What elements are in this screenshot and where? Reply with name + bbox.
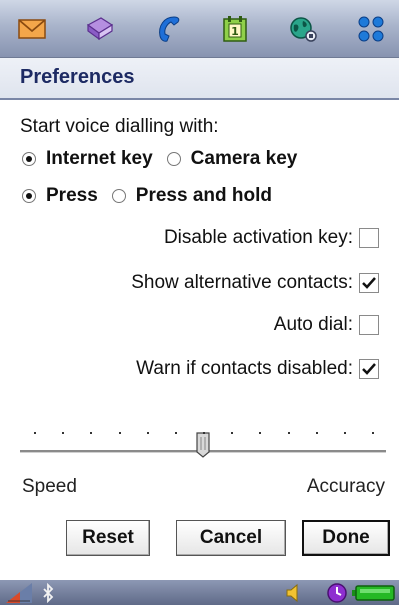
disable-activation-key-checkbox[interactable] <box>359 228 379 248</box>
slider-tick <box>316 432 318 434</box>
svg-text:1: 1 <box>232 25 240 38</box>
voice-dialling-label: Start voice dialling with: <box>20 116 219 137</box>
slider-tick <box>62 432 64 434</box>
title-bar: Preferences <box>0 58 399 100</box>
done-button[interactable]: Done <box>302 520 390 556</box>
camera-key-radio[interactable] <box>166 152 181 166</box>
slider-tick <box>175 432 177 434</box>
slider-tick <box>259 432 261 434</box>
slider-tick <box>34 432 36 434</box>
bluetooth-icon <box>40 582 58 603</box>
speaker-icon[interactable] <box>284 582 304 603</box>
internet-key-radio[interactable] <box>22 152 36 166</box>
internet-globe-icon[interactable] <box>287 13 319 45</box>
press-radio-group: Press Press and hold <box>22 185 286 207</box>
contacts-book-icon[interactable] <box>84 13 116 45</box>
press-radio[interactable] <box>22 189 36 203</box>
calendar-icon[interactable]: 1 <box>219 13 251 45</box>
slider-tick <box>147 432 149 434</box>
show-alternative-contacts-label: Show alternative contacts: <box>131 272 353 293</box>
clock-icon[interactable] <box>326 582 348 603</box>
slider-tick <box>119 432 121 434</box>
slider-max-label: Accuracy <box>306 476 385 497</box>
status-bar <box>0 580 399 605</box>
press-label[interactable]: Press <box>46 185 98 207</box>
slider-tick <box>288 432 290 434</box>
warn-contacts-disabled-checkbox[interactable] <box>359 359 379 379</box>
camera-key-label[interactable]: Camera key <box>191 148 298 170</box>
auto-dial-checkbox[interactable] <box>359 315 379 335</box>
slider-min-label: Speed <box>22 476 77 497</box>
disable-activation-key-row: Disable activation key: <box>164 227 379 249</box>
internet-key-label[interactable]: Internet key <box>46 148 153 170</box>
speed-accuracy-slider[interactable] <box>20 408 386 468</box>
press-and-hold-radio[interactable] <box>111 189 126 203</box>
slider-tick <box>90 432 92 434</box>
disable-activation-key-label: Disable activation key: <box>163 227 353 248</box>
show-alternative-contacts-row: Show alternative contacts: <box>131 272 379 294</box>
messaging-icon[interactable] <box>16 13 48 45</box>
slider-thumb[interactable] <box>196 432 210 458</box>
page-title: Preferences <box>20 66 135 88</box>
cancel-button[interactable]: Cancel <box>176 520 286 556</box>
checkmark-icon <box>362 363 376 375</box>
key-radio-group: Internet key Camera key <box>22 148 311 170</box>
slider-tick <box>344 432 346 434</box>
apps-menu-icon[interactable] <box>355 13 387 45</box>
warn-contacts-disabled-label: Warn if contacts disabled: <box>136 358 353 379</box>
checkmark-icon <box>362 277 376 289</box>
phone-handset-icon[interactable] <box>152 13 184 45</box>
press-and-hold-label[interactable]: Press and hold <box>136 185 272 207</box>
auto-dial-row: Auto dial: <box>274 314 379 336</box>
slider-tick <box>231 432 233 434</box>
preferences-form: Start voice dialling with: Internet key … <box>0 100 399 580</box>
show-alternative-contacts-checkbox[interactable] <box>359 273 379 293</box>
battery-icon <box>352 582 396 603</box>
signal-strength-icon <box>6 582 36 603</box>
slider-tick <box>203 432 205 434</box>
warn-contacts-disabled-row: Warn if contacts disabled: <box>136 358 379 380</box>
slider-tick <box>372 432 374 434</box>
auto-dial-label: Auto dial: <box>273 314 353 335</box>
app-launcher-bar: 1 <box>0 0 399 58</box>
reset-button[interactable]: Reset <box>66 520 150 556</box>
